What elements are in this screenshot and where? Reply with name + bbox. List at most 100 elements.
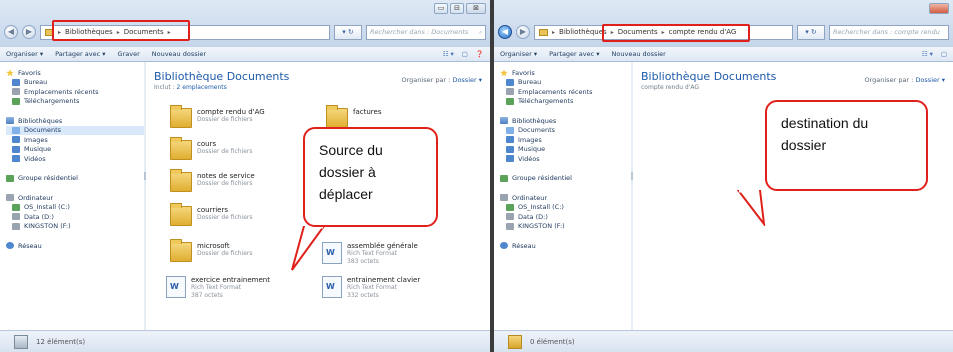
nav-drive-c[interactable]: OS_Install (C:) bbox=[6, 203, 144, 213]
search-placeholder: Rechercher dans : compte rendu bbox=[833, 28, 940, 36]
search-input[interactable]: Rechercher dans : Documents ⌕ bbox=[366, 24, 486, 40]
nav-music[interactable]: Musique bbox=[500, 145, 631, 155]
nav-images[interactable]: Images bbox=[6, 135, 144, 145]
nav-documents[interactable]: Documents bbox=[500, 126, 631, 136]
star-icon bbox=[6, 69, 14, 77]
nav-computer[interactable]: Ordinateur bbox=[6, 193, 144, 203]
usb-drive-icon bbox=[12, 222, 20, 230]
nav-drive-f[interactable]: KINGSTON (F:) bbox=[500, 222, 631, 232]
back-button[interactable]: ◀ bbox=[498, 25, 512, 39]
images-icon bbox=[506, 136, 514, 144]
nav-libraries[interactable]: Bibliothèques bbox=[500, 116, 631, 126]
share-with-button[interactable]: Partager avec ▾ bbox=[549, 50, 599, 58]
nav-label: Bureau bbox=[24, 78, 48, 87]
nav-homegroup[interactable]: Groupe résidentiel bbox=[500, 174, 631, 184]
nav-drive-d[interactable]: Data (D:) bbox=[500, 212, 631, 222]
nav-drive-c[interactable]: OS_Install (C:) bbox=[500, 203, 631, 213]
nav-homegroup[interactable]: Groupe résidentiel bbox=[6, 174, 144, 184]
organize-button[interactable]: Organiser ▾ bbox=[6, 50, 43, 58]
file-name: microsoft bbox=[197, 242, 230, 250]
folder-icon bbox=[170, 169, 192, 192]
file-item[interactable]: factures bbox=[326, 105, 381, 128]
library-title: Bibliothèque Documents bbox=[154, 70, 290, 83]
file-item[interactable]: cours Dossier de fichiers bbox=[170, 137, 253, 160]
refresh-button[interactable]: ▾ ↻ bbox=[334, 24, 362, 40]
minimize-button[interactable]: ▭ bbox=[434, 3, 448, 14]
nav-label: Bureau bbox=[518, 78, 542, 87]
nav-downloads[interactable]: Téléchargements bbox=[6, 97, 144, 107]
breadcrumb-libraries[interactable]: Bibliothèques bbox=[559, 28, 607, 36]
file-item[interactable]: entrainement clavierRich Text Format332 … bbox=[322, 276, 420, 300]
nav-downloads[interactable]: Téléchargements bbox=[500, 97, 631, 107]
file-item[interactable]: notes de service Dossier de fichiers bbox=[170, 169, 255, 192]
library-subtitle: compte rendu d'AG bbox=[641, 84, 700, 91]
file-item[interactable]: assemblée généraleRich Text Format383 oc… bbox=[322, 242, 418, 266]
word-document-icon bbox=[166, 276, 186, 298]
new-folder-button[interactable]: Nouveau dossier bbox=[612, 50, 666, 58]
nav-computer[interactable]: Ordinateur bbox=[500, 193, 631, 203]
forward-button[interactable]: ▶ bbox=[22, 25, 36, 39]
nav-documents[interactable]: Documents bbox=[6, 125, 144, 135]
nav-network[interactable]: Réseau bbox=[6, 241, 144, 251]
close-button[interactable] bbox=[929, 3, 949, 14]
help-icon[interactable]: ❓ bbox=[476, 50, 484, 58]
nav-favorites[interactable]: Favoris bbox=[6, 68, 144, 78]
file-size: 332 octets bbox=[347, 292, 379, 299]
nav-videos[interactable]: Vidéos bbox=[6, 154, 144, 164]
search-icon: ⌕ bbox=[478, 27, 482, 36]
nav-music[interactable]: Musique bbox=[6, 145, 144, 155]
nav-videos[interactable]: Vidéos bbox=[500, 154, 631, 164]
new-folder-button[interactable]: Nouveau dossier bbox=[152, 50, 206, 58]
search-input[interactable]: Rechercher dans : compte rendu bbox=[829, 24, 949, 40]
nav-desktop[interactable]: Bureau bbox=[500, 78, 631, 88]
file-item[interactable]: courriers Dossier de fichiers bbox=[170, 203, 253, 226]
nav-drive-f[interactable]: KINGSTON (F:) bbox=[6, 222, 144, 232]
downloads-icon bbox=[506, 97, 514, 105]
drive-icon bbox=[506, 213, 514, 221]
file-item[interactable]: microsoft Dossier de fichiers bbox=[170, 239, 253, 262]
nav-label: KINGSTON (F:) bbox=[518, 222, 565, 231]
burn-button[interactable]: Graver bbox=[118, 50, 140, 58]
nav-desktop[interactable]: Bureau bbox=[6, 78, 144, 88]
nav-images[interactable]: Images bbox=[500, 135, 631, 145]
nav-label: Réseau bbox=[18, 241, 42, 250]
forward-button[interactable]: ▶ bbox=[516, 25, 530, 39]
nav-label: Images bbox=[24, 135, 48, 144]
nav-label: Images bbox=[518, 135, 542, 144]
organize-by[interactable]: Organiser par : Dossier ▾ bbox=[864, 76, 945, 84]
right-status-bar: 0 élément(s) bbox=[494, 330, 953, 352]
nav-label: Data (D:) bbox=[518, 212, 548, 221]
view-options-icon[interactable]: ☷ ▾ bbox=[443, 50, 454, 58]
file-name: cours bbox=[197, 140, 217, 148]
preview-pane-icon[interactable]: ▢ bbox=[462, 50, 468, 58]
file-size: 387 octets bbox=[191, 292, 223, 299]
nav-label: Réseau bbox=[512, 241, 536, 250]
drive-icon bbox=[506, 203, 514, 211]
word-document-icon bbox=[322, 276, 342, 298]
file-item[interactable]: compte rendu d'AG Dossier de fichiers bbox=[170, 105, 265, 128]
maximize-button[interactable]: ⊟ bbox=[450, 3, 464, 14]
nav-label: Favoris bbox=[18, 68, 41, 77]
nav-recent-places[interactable]: Emplacements récents bbox=[6, 87, 144, 97]
organize-by[interactable]: Organiser par : Dossier ▾ bbox=[401, 76, 482, 84]
close-button[interactable]: ⊠ bbox=[466, 3, 486, 14]
nav-drive-d[interactable]: Data (D:) bbox=[6, 212, 144, 222]
refresh-button[interactable]: ▾ ↻ bbox=[797, 24, 825, 40]
drive-icon bbox=[12, 213, 20, 221]
file-item[interactable]: exercice entrainementRich Text Format387… bbox=[166, 276, 270, 300]
view-options-icon[interactable]: ☷ ▾ bbox=[922, 50, 933, 58]
nav-network[interactable]: Réseau bbox=[500, 241, 631, 251]
library-subtitle: Inclut : 2 emplacements bbox=[154, 84, 227, 91]
share-with-button[interactable]: Partager avec ▾ bbox=[55, 50, 105, 58]
star-icon bbox=[500, 69, 508, 77]
nav-libraries[interactable]: Bibliothèques bbox=[6, 116, 144, 126]
organize-by-value[interactable]: Dossier ▾ bbox=[915, 76, 945, 84]
locations-link[interactable]: 2 emplacements bbox=[177, 84, 227, 91]
nav-favorites[interactable]: Favoris bbox=[500, 68, 631, 78]
organize-button[interactable]: Organiser ▾ bbox=[500, 50, 537, 58]
nav-recent-places[interactable]: Emplacements récents bbox=[500, 87, 631, 97]
organize-by-value[interactable]: Dossier ▾ bbox=[452, 76, 482, 84]
preview-pane-icon[interactable]: ▢ bbox=[941, 50, 947, 58]
back-button[interactable]: ◀ bbox=[4, 25, 18, 39]
right-navigation-pane: Favoris Bureau Emplacements récents Télé… bbox=[494, 62, 632, 330]
